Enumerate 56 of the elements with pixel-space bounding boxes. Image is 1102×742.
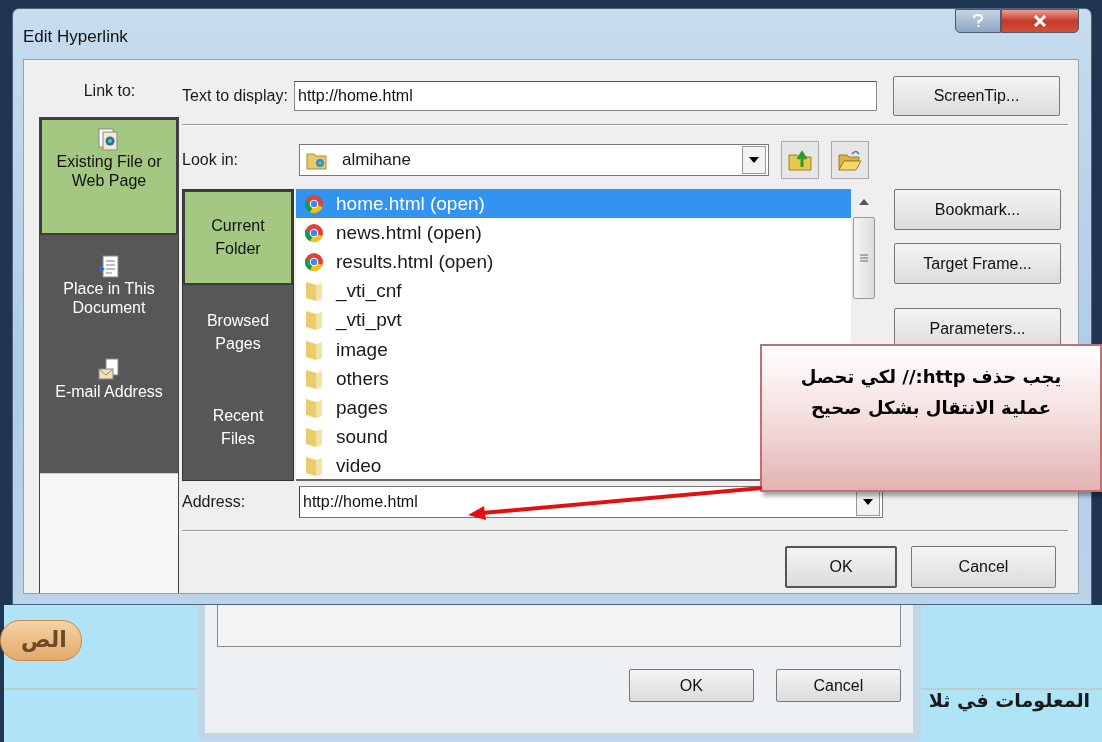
nav-item[interactable]: Browsed Pages <box>183 285 293 380</box>
link-type-item[interactable]: Place in This Document <box>40 235 178 348</box>
folder-globe-icon <box>306 150 328 170</box>
file-list-item[interactable]: _vti_pvt <box>296 305 851 335</box>
dialog-button[interactable]: Cancel <box>775 669 901 702</box>
link-type-item[interactable]: Existing File or Web Page <box>40 118 178 235</box>
nav-item[interactable]: Current Folder <box>183 190 293 285</box>
open-folder-icon <box>838 149 862 171</box>
address-dropdown[interactable]: http://home.html <box>299 486 883 518</box>
scroll-up-icon <box>859 199 869 205</box>
text-to-display-label: Text to display: <box>182 87 289 105</box>
file-list-item[interactable]: image <box>296 334 851 365</box>
folder-icon <box>304 367 324 390</box>
link-type-item[interactable]: E-mail Address <box>40 348 178 473</box>
folder-icon <box>304 280 324 303</box>
scroll-thumb[interactable] <box>853 217 875 299</box>
look-in-label: Look in: <box>182 151 240 169</box>
nav-item[interactable]: Recent Files <box>183 380 293 475</box>
file-list-item[interactable]: results.html (open) <box>296 247 851 277</box>
close-icon <box>1033 15 1047 27</box>
help-button[interactable] <box>955 9 1001 33</box>
file-list-item[interactable]: _vti_cnf <box>296 276 851 306</box>
browser-circle-icon <box>304 251 324 272</box>
screentip-button[interactable]: ScreenTip... <box>893 76 1060 116</box>
browser-circle-icon <box>304 222 324 243</box>
folder-icon <box>304 309 324 332</box>
file-list-item[interactable]: news.html (open) <box>296 218 851 248</box>
file-list-item[interactable]: video <box>296 451 851 481</box>
envelope-document-icon <box>98 358 120 382</box>
text-to-display-field[interactable]: http://home.html <box>294 81 877 111</box>
window-title: Edit Hyperlink <box>23 27 128 47</box>
browser-circle-icon <box>304 193 324 214</box>
file-list-item[interactable]: sound <box>296 422 851 452</box>
folder-icon <box>304 426 324 449</box>
folder-icon <box>304 396 324 419</box>
tab-pill[interactable]: الص <box>0 620 82 661</box>
address-field[interactable]: http://home.html <box>300 493 856 511</box>
dialog-button[interactable]: Target Frame... <box>894 243 1061 284</box>
document-arrow-icon <box>98 255 120 279</box>
close-button[interactable] <box>1001 9 1079 33</box>
page-text: المعلومات في ثلا <box>928 689 1091 711</box>
look-in-dropdown[interactable]: almihane <box>299 144 769 176</box>
folder-icon <box>304 338 324 361</box>
folder-icon <box>304 455 324 478</box>
callout-text: يجب حذف http:// لكي تحصل عملية الانتقال بشكل صحيح <box>800 365 1062 421</box>
help-icon <box>972 14 984 28</box>
dialog-button[interactable]: OK <box>628 669 754 702</box>
up-folder-button[interactable] <box>781 141 819 179</box>
document-globe-icon <box>98 128 120 152</box>
dialog-button[interactable]: Cancel <box>911 546 1056 588</box>
link-to-label: Link to: <box>83 82 136 100</box>
folder-up-arrow-icon <box>788 149 812 171</box>
address-label: Address: <box>182 493 247 511</box>
dialog-button[interactable]: OK <box>785 546 897 588</box>
browse-folder-button[interactable] <box>831 141 869 179</box>
dialog-button[interactable]: Bookmark... <box>894 189 1061 230</box>
